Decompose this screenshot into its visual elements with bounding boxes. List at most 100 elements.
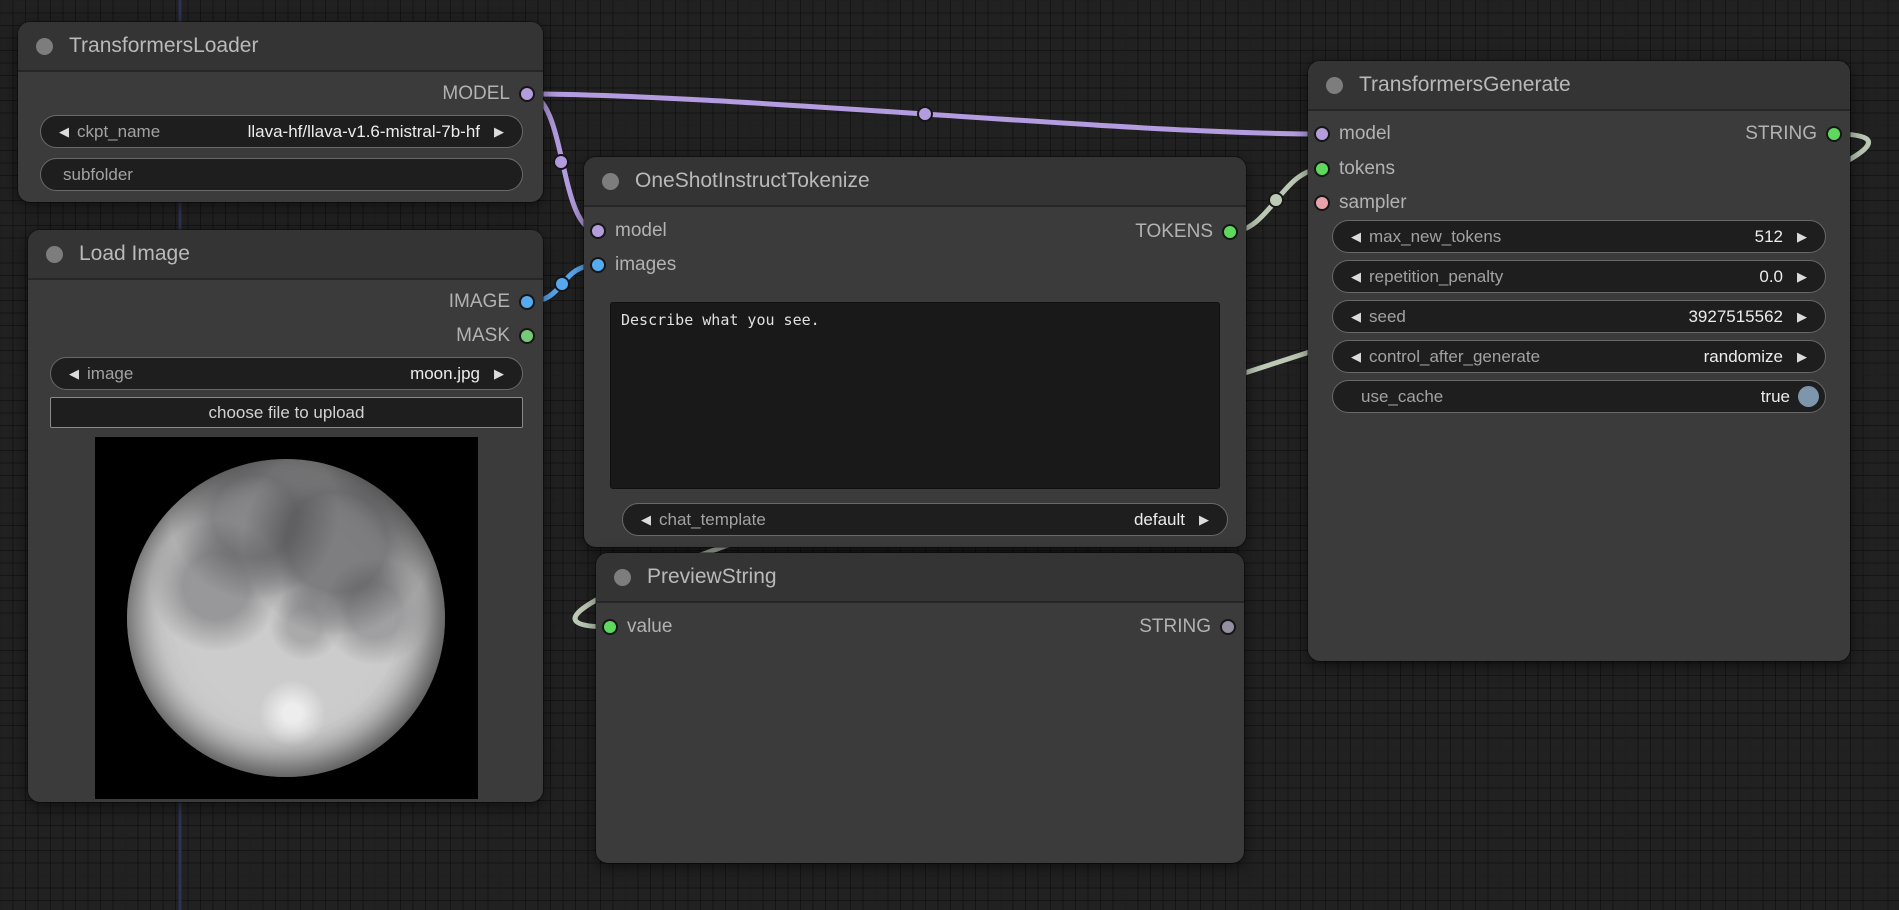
input-dot-model[interactable]: [590, 223, 606, 239]
control-after-generate-combo[interactable]: ◀ control_after_generate randomize ▶: [1332, 340, 1826, 373]
collapse-dot-icon[interactable]: [1326, 77, 1343, 94]
choose-file-button[interactable]: choose file to upload: [50, 397, 523, 428]
combo-right-arrow-icon[interactable]: ▶: [1791, 349, 1813, 365]
decrement-arrow-icon[interactable]: ◀: [1345, 269, 1367, 285]
combo-right-arrow-icon[interactable]: ▶: [488, 366, 510, 382]
combo-left-arrow-icon[interactable]: ◀: [63, 366, 85, 382]
input-label: sampler: [1339, 192, 1407, 214]
input-dot-tokens[interactable]: [1314, 161, 1330, 177]
output-label: IMAGE: [449, 291, 510, 313]
node-title: PreviewString: [647, 565, 777, 589]
output-label: MASK: [456, 325, 510, 347]
widget-value: default: [1126, 510, 1193, 530]
output-label: STRING: [1745, 123, 1817, 145]
output-slot-model[interactable]: MODEL: [442, 84, 535, 104]
increment-arrow-icon[interactable]: ▶: [1791, 269, 1813, 285]
input-label: model: [1339, 123, 1391, 145]
input-dot-sampler[interactable]: [1314, 195, 1330, 211]
seed-number[interactable]: ◀ seed 3927515562 ▶: [1332, 300, 1826, 333]
output-slot-image[interactable]: IMAGE: [449, 292, 535, 312]
widget-label: use_cache: [1361, 387, 1443, 407]
combo-right-arrow-icon[interactable]: ▶: [1193, 512, 1215, 528]
increment-arrow-icon[interactable]: ▶: [1791, 309, 1813, 325]
widget-value: 3927515562: [1680, 307, 1791, 327]
image-preview: [95, 437, 478, 799]
input-label: value: [627, 616, 672, 638]
link-midpoint-dot: [1269, 193, 1283, 207]
link-midpoint-dot: [554, 155, 568, 169]
input-slot-model[interactable]: model: [590, 221, 667, 241]
input-dot-images[interactable]: [590, 257, 606, 273]
node-title-bar[interactable]: TransformersGenerate: [1308, 61, 1850, 111]
repetition-penalty-number[interactable]: ◀ repetition_penalty 0.0 ▶: [1332, 260, 1826, 293]
combo-left-arrow-icon[interactable]: ◀: [53, 124, 75, 140]
combo-left-arrow-icon[interactable]: ◀: [635, 512, 657, 528]
output-label: STRING: [1139, 616, 1211, 638]
node-title-bar[interactable]: OneShotInstructTokenize: [584, 157, 1246, 207]
collapse-dot-icon[interactable]: [602, 173, 619, 190]
decrement-arrow-icon[interactable]: ◀: [1345, 229, 1367, 245]
collapse-dot-icon[interactable]: [614, 569, 631, 586]
widget-label: ckpt_name: [77, 122, 160, 142]
use-cache-toggle[interactable]: use_cache true: [1332, 380, 1826, 413]
node-transformersloader[interactable]: TransformersLoader MODEL ◀ ckpt_name lla…: [18, 22, 543, 202]
input-slot-sampler[interactable]: sampler: [1314, 193, 1407, 213]
input-label: model: [615, 220, 667, 242]
node-title-bar[interactable]: Load Image: [28, 230, 543, 280]
output-dot-string[interactable]: [1220, 619, 1236, 635]
node-title: OneShotInstructTokenize: [635, 169, 870, 193]
subfolder-text-field[interactable]: subfolder: [40, 158, 523, 191]
input-slot-tokens[interactable]: tokens: [1314, 159, 1395, 179]
output-label: TOKENS: [1135, 221, 1213, 243]
collapse-dot-icon[interactable]: [36, 38, 53, 55]
chat-template-combo[interactable]: ◀ chat_template default ▶: [622, 503, 1228, 536]
max-new-tokens-number[interactable]: ◀ max_new_tokens 512 ▶: [1332, 220, 1826, 253]
decrement-arrow-icon[interactable]: ◀: [1345, 309, 1367, 325]
ckpt-name-combo[interactable]: ◀ ckpt_name llava-hf/llava-v1.6-mistral-…: [40, 115, 523, 148]
image-combo[interactable]: ◀ image moon.jpg ▶: [50, 357, 523, 390]
widget-value: 0.0: [1751, 267, 1791, 287]
moon-image: [127, 459, 445, 777]
widget-label: max_new_tokens: [1369, 227, 1501, 247]
output-slot-mask[interactable]: MASK: [456, 326, 535, 346]
widget-value: 512: [1747, 227, 1791, 247]
widget-label: seed: [1369, 307, 1406, 327]
input-slot-value[interactable]: value: [602, 617, 672, 637]
node-transformersgenerate[interactable]: TransformersGenerate model tokens sample…: [1308, 61, 1850, 661]
output-slot-string[interactable]: STRING: [1745, 124, 1842, 144]
input-dot-model[interactable]: [1314, 126, 1330, 142]
collapse-dot-icon[interactable]: [46, 246, 63, 263]
output-slot-string[interactable]: STRING: [1139, 617, 1236, 637]
output-dot-image[interactable]: [519, 294, 535, 310]
node-title: TransformersGenerate: [1359, 73, 1571, 97]
widget-label: image: [87, 364, 133, 384]
toggle-knob-icon[interactable]: [1798, 386, 1819, 407]
node-load-image[interactable]: Load Image IMAGE MASK ◀ image moon.jpg ▶…: [28, 230, 543, 802]
widget-value: llava-hf/llava-v1.6-mistral-7b-hf: [240, 122, 488, 142]
output-dot-string[interactable]: [1826, 126, 1842, 142]
input-label: tokens: [1339, 158, 1395, 180]
input-slot-images[interactable]: images: [590, 255, 676, 275]
output-dot-model[interactable]: [519, 86, 535, 102]
output-label: MODEL: [442, 83, 510, 105]
button-label: choose file to upload: [209, 403, 365, 423]
widget-label: chat_template: [659, 510, 766, 530]
output-dot-mask[interactable]: [519, 328, 535, 344]
node-title-bar[interactable]: TransformersLoader: [18, 22, 543, 72]
input-dot-value[interactable]: [602, 619, 618, 635]
prompt-textarea[interactable]: Describe what you see.: [610, 302, 1220, 489]
node-graph-canvas[interactable]: TransformersLoader MODEL ◀ ckpt_name lla…: [0, 0, 1899, 910]
node-title: Load Image: [79, 242, 190, 266]
combo-right-arrow-icon[interactable]: ▶: [488, 124, 510, 140]
node-previewstring[interactable]: PreviewString value STRING: [596, 553, 1244, 863]
node-title-bar[interactable]: PreviewString: [596, 553, 1244, 603]
widget-value: true: [1753, 387, 1798, 407]
combo-left-arrow-icon[interactable]: ◀: [1345, 349, 1367, 365]
output-dot-tokens[interactable]: [1222, 224, 1238, 240]
input-label: images: [615, 254, 676, 276]
output-slot-tokens[interactable]: TOKENS: [1135, 222, 1238, 242]
input-slot-model[interactable]: model: [1314, 124, 1391, 144]
increment-arrow-icon[interactable]: ▶: [1791, 229, 1813, 245]
widget-label: subfolder: [63, 165, 133, 185]
node-oneshotinstructtokenize[interactable]: OneShotInstructTokenize model images TOK…: [584, 157, 1246, 547]
